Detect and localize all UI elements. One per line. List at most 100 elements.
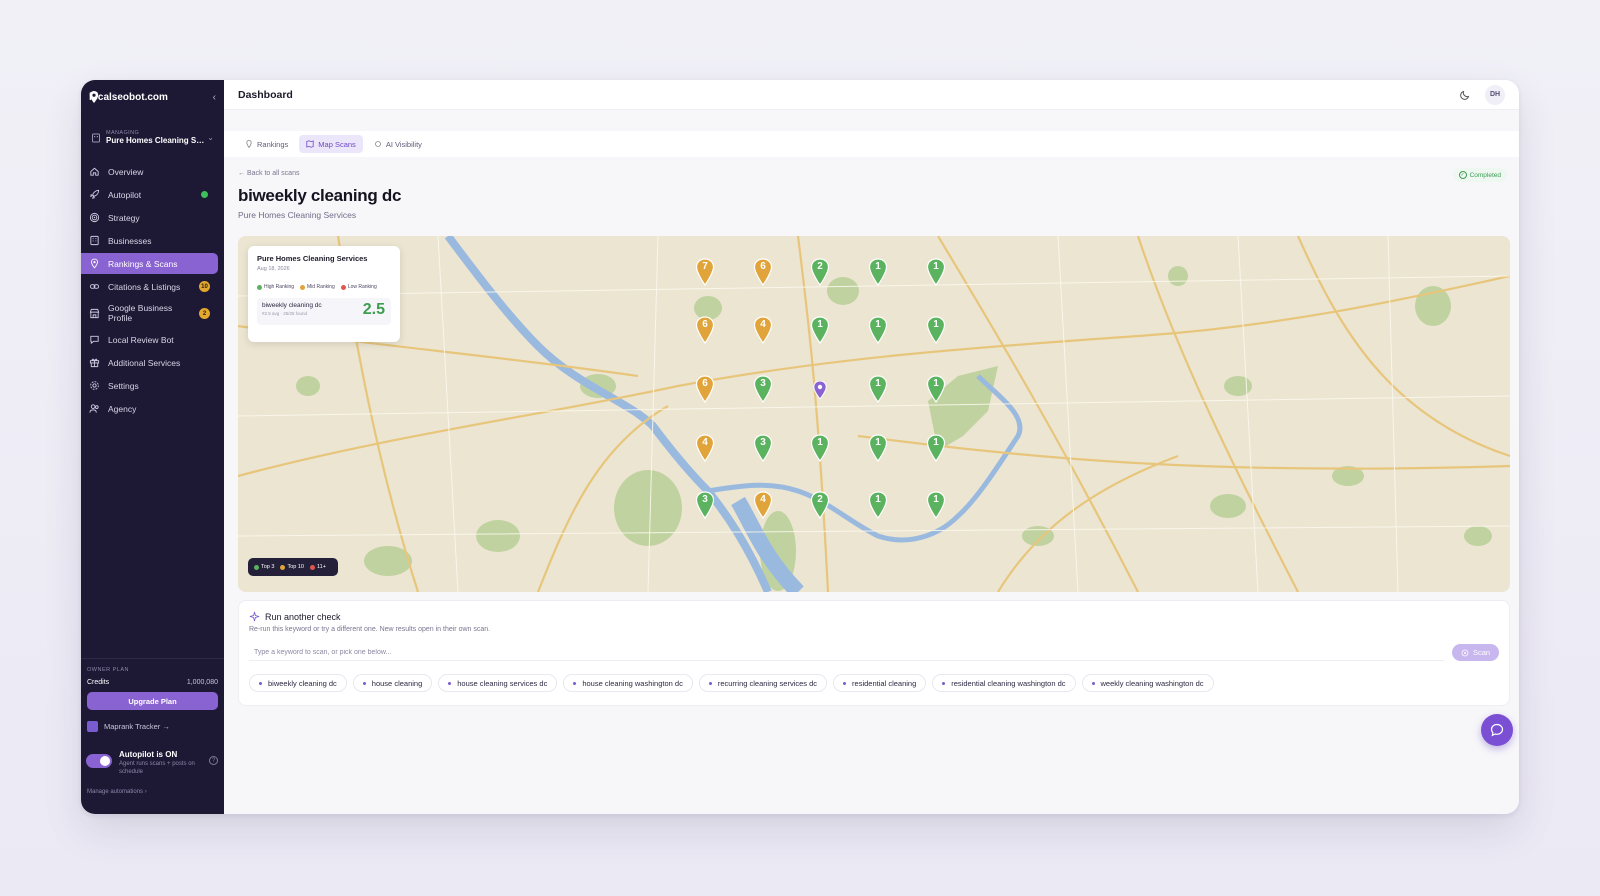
rank-pin[interactable]: 6 xyxy=(753,258,773,287)
avatar[interactable]: DH xyxy=(1485,84,1505,105)
sidebar-item-citations[interactable]: Citations & Listings 10 xyxy=(81,276,218,297)
sidebar-item-overview[interactable]: Overview xyxy=(81,161,218,182)
tab-ai-visibility[interactable]: AI Visibility xyxy=(367,135,429,153)
rank-pin[interactable]: 1 xyxy=(868,491,888,520)
tab-rankings[interactable]: Rankings xyxy=(238,135,295,153)
sidebar-item-google-business-profile[interactable]: Google Business Profile 2 xyxy=(81,299,218,327)
business-name: Pure Homes Cleaning Serv... xyxy=(106,136,205,145)
check-circle-icon: ✓ xyxy=(1458,171,1467,179)
rank-pin[interactable]: 2 xyxy=(810,258,830,287)
rank-pin[interactable]: 1 xyxy=(868,434,888,463)
rank-pin[interactable]: 1 xyxy=(868,258,888,287)
rank-pin[interactable]: 1 xyxy=(868,375,888,404)
brand[interactable]: localseobot.com ‹ xyxy=(81,84,224,110)
tab-map-scans[interactable]: Map Scans xyxy=(299,135,363,153)
map-background xyxy=(238,236,1510,592)
sidebar-item-local-review-bot[interactable]: Local Review Bot xyxy=(81,329,218,350)
chat-button[interactable] xyxy=(1481,714,1513,746)
rank-pin[interactable]: 3 xyxy=(753,434,773,463)
rank-pin-value: 1 xyxy=(875,261,881,272)
legend-high: High Ranking xyxy=(257,284,294,290)
business-location-pin[interactable] xyxy=(813,380,827,400)
keyword-chip[interactable]: recurring cleaning services dc xyxy=(698,674,828,692)
chat-icon xyxy=(90,335,99,345)
keyword-chip[interactable]: residential cleaning xyxy=(833,674,927,692)
rank-pin[interactable]: 4 xyxy=(753,316,773,345)
brand-name: localseobot.com xyxy=(89,91,168,103)
grid-icon xyxy=(87,721,98,732)
sidebar-item-label: Autopilot xyxy=(108,189,142,200)
scan-button[interactable]: Scan xyxy=(1452,644,1499,661)
rank-pin[interactable]: 1 xyxy=(926,258,946,287)
help-icon[interactable]: ? xyxy=(209,756,218,765)
tab-label: AI Visibility xyxy=(385,139,422,149)
rank-pin-value: 7 xyxy=(702,261,708,272)
rank-pin[interactable]: 1 xyxy=(926,316,946,345)
keyword-chip[interactable]: residential cleaning washington dc xyxy=(932,674,1076,692)
rank-pin-value: 4 xyxy=(760,494,766,505)
keyword-suggestions: biweekly cleaning dc house cleaning hous… xyxy=(249,674,1499,692)
top-bar: Dashboard DH xyxy=(224,80,1519,110)
map-view[interactable]: Pure Homes Cleaning Services Aug 18, 202… xyxy=(238,236,1510,592)
rank-pin-value: 2 xyxy=(817,494,823,505)
business-switcher[interactable]: MANAGING Pure Homes Cleaning Serv... ⌄ xyxy=(87,124,218,151)
keyword-input[interactable] xyxy=(249,644,1444,661)
tab-bar: Rankings Map Scans AI Visibility xyxy=(224,131,1519,157)
run-another-check-panel: Run another check Re-run this keyword or… xyxy=(238,600,1510,706)
rank-pin[interactable]: 1 xyxy=(810,434,830,463)
sidebar-item-additional-services[interactable]: Additional Services xyxy=(81,352,218,373)
rank-pin[interactable]: 3 xyxy=(695,491,715,520)
sidebar-item-strategy[interactable]: Strategy xyxy=(81,207,218,228)
run-description: Re-run this keyword or try a different o… xyxy=(249,626,491,633)
sidebar-item-autopilot[interactable]: Autopilot xyxy=(81,184,218,205)
rank-pin[interactable]: 1 xyxy=(810,316,830,345)
map-info-card: Pure Homes Cleaning Services Aug 18, 202… xyxy=(248,246,400,342)
keyword-chip[interactable]: house cleaning xyxy=(352,674,433,692)
rank-pin-value: 1 xyxy=(875,494,881,505)
upgrade-plan-button[interactable]: Upgrade Plan xyxy=(87,692,218,710)
keyword-chip[interactable]: weekly cleaning washington dc xyxy=(1081,674,1214,692)
rank-pin-value: 1 xyxy=(933,319,939,330)
maprank-tracker-link[interactable]: Maprank Tracker → xyxy=(87,721,170,732)
manage-automations-link[interactable]: Manage automations › xyxy=(87,789,147,795)
rank-pin[interactable]: 1 xyxy=(868,316,888,345)
rank-pin[interactable]: 1 xyxy=(926,434,946,463)
sidebar-item-label: Local Review Bot xyxy=(108,334,174,345)
average-rank-score: 2.5 xyxy=(362,301,385,318)
rank-pin[interactable]: 1 xyxy=(926,375,946,404)
page-title: Dashboard xyxy=(238,88,293,101)
sidebar-nav: Overview Autopilot Strategy Businesses R… xyxy=(81,161,224,419)
rank-pin[interactable]: 6 xyxy=(695,316,715,345)
status-dot xyxy=(201,191,208,198)
rank-pin-value: 6 xyxy=(702,378,708,389)
rank-pin[interactable]: 6 xyxy=(695,375,715,404)
moon-icon[interactable] xyxy=(1459,89,1471,101)
collapse-sidebar-icon[interactable]: ‹ xyxy=(213,92,216,103)
keyword-chip[interactable]: house cleaning washington dc xyxy=(563,674,693,692)
rank-pin[interactable]: 2 xyxy=(810,491,830,520)
rank-pin-value: 4 xyxy=(702,437,708,448)
rank-pin[interactable]: 3 xyxy=(753,375,773,404)
sidebar-item-businesses[interactable]: Businesses xyxy=(81,230,218,251)
tab-label: Rankings xyxy=(257,139,289,149)
radar-icon xyxy=(1461,649,1469,656)
autopilot-panel: Autopilot is ON Agent runs scans + posts… xyxy=(86,750,218,776)
keyword-chip[interactable]: house cleaning services dc xyxy=(438,674,558,692)
sidebar-item-agency[interactable]: Agency xyxy=(81,398,218,419)
sidebar-item-settings[interactable]: Settings xyxy=(81,375,218,396)
rank-pin-value: 3 xyxy=(760,437,766,448)
count-badge: 2 xyxy=(199,308,210,319)
autopilot-toggle[interactable] xyxy=(86,754,112,768)
rank-pin[interactable]: 1 xyxy=(926,491,946,520)
map-legend: Top 3 Top 10 11+ xyxy=(248,558,338,576)
keyword-chip[interactable]: biweekly cleaning dc xyxy=(249,674,347,692)
rank-pin[interactable]: 4 xyxy=(753,491,773,520)
tab-label: Map Scans xyxy=(318,139,356,149)
sidebar-item-rankings-scans[interactable]: Rankings & Scans xyxy=(81,253,218,274)
count-badge: 10 xyxy=(199,281,210,292)
back-to-scans-link[interactable]: ← Back to all scans xyxy=(238,170,299,177)
sidebar-item-label: Agency xyxy=(108,403,137,414)
sidebar-item-label: Additional Services xyxy=(108,357,181,368)
rank-pin[interactable]: 4 xyxy=(695,434,715,463)
rank-pin[interactable]: 7 xyxy=(695,258,715,287)
